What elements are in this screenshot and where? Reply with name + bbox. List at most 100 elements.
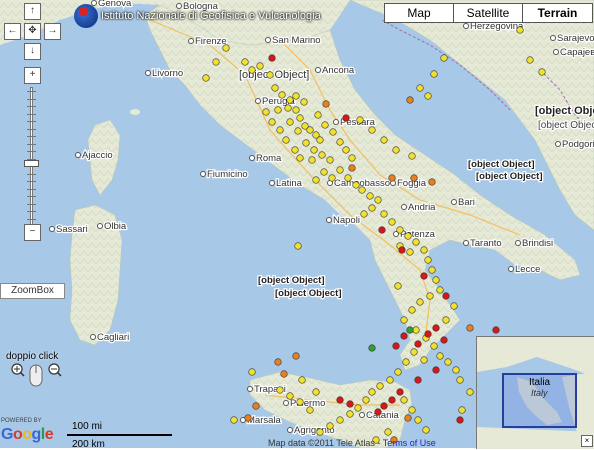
- earthquake-marker-red[interactable]: [346, 400, 354, 408]
- earthquake-marker-orange[interactable]: [274, 358, 282, 366]
- earthquake-marker-yellow[interactable]: [296, 154, 304, 162]
- earthquake-marker-yellow[interactable]: [310, 146, 318, 154]
- overview-close-button[interactable]: ×: [581, 435, 593, 447]
- earthquake-marker-orange[interactable]: [244, 414, 252, 422]
- earthquake-marker-yellow[interactable]: [416, 84, 424, 92]
- earthquake-marker-yellow[interactable]: [286, 392, 294, 400]
- earthquake-marker-red[interactable]: [432, 324, 440, 332]
- earthquake-marker-yellow[interactable]: [408, 152, 416, 160]
- earthquake-marker-red[interactable]: [414, 376, 422, 384]
- google-logo[interactable]: Google: [1, 426, 54, 444]
- earthquake-marker-red[interactable]: [440, 336, 448, 344]
- earthquake-marker-yellow[interactable]: [408, 406, 416, 414]
- earthquake-marker-yellow[interactable]: [222, 44, 230, 52]
- earthquake-marker-yellow[interactable]: [336, 416, 344, 424]
- earthquake-marker-yellow[interactable]: [368, 388, 376, 396]
- earthquake-marker-red[interactable]: [424, 330, 432, 338]
- earthquake-marker-yellow[interactable]: [306, 406, 314, 414]
- zoom-in-magnifier-icon[interactable]: [11, 363, 25, 377]
- earthquake-marker-yellow[interactable]: [348, 154, 356, 162]
- map-type-map-button[interactable]: Map: [384, 3, 454, 23]
- earthquake-marker-yellow[interactable]: [291, 146, 299, 154]
- earthquake-marker-yellow[interactable]: [346, 410, 354, 418]
- earthquake-marker-yellow[interactable]: [271, 84, 279, 92]
- earthquake-marker-yellow[interactable]: [388, 218, 396, 226]
- earthquake-marker-yellow[interactable]: [458, 406, 466, 414]
- earthquake-marker-red[interactable]: [432, 366, 440, 374]
- earthquake-marker-yellow[interactable]: [386, 376, 394, 384]
- earthquake-marker-yellow[interactable]: [276, 126, 284, 134]
- earthquake-marker-yellow[interactable]: [296, 398, 304, 406]
- earthquake-marker-yellow[interactable]: [276, 386, 284, 394]
- earthquake-marker-yellow[interactable]: [296, 114, 304, 122]
- earthquake-marker-yellow[interactable]: [426, 292, 434, 300]
- earthquake-marker-orange[interactable]: [292, 352, 300, 360]
- earthquake-marker-yellow[interactable]: [436, 286, 444, 294]
- earthquake-marker-yellow[interactable]: [452, 366, 460, 374]
- earthquake-marker-yellow[interactable]: [416, 298, 424, 306]
- earthquake-marker-yellow[interactable]: [436, 352, 444, 360]
- earthquake-marker-yellow[interactable]: [392, 146, 400, 154]
- earthquake-marker-red[interactable]: [336, 396, 344, 404]
- earthquake-marker-yellow[interactable]: [408, 306, 416, 314]
- earthquake-marker-yellow[interactable]: [256, 62, 264, 70]
- earthquake-marker-yellow[interactable]: [466, 388, 474, 396]
- pan-down-button[interactable]: ↓: [24, 43, 41, 60]
- earthquake-marker-orange[interactable]: [388, 174, 396, 182]
- earthquake-marker-yellow[interactable]: [376, 382, 384, 390]
- earthquake-marker-yellow[interactable]: [344, 174, 352, 182]
- earthquake-marker-red[interactable]: [492, 326, 500, 334]
- earthquake-marker-yellow[interactable]: [352, 181, 360, 189]
- earthquake-marker-yellow[interactable]: [430, 70, 438, 78]
- earthquake-marker-yellow[interactable]: [318, 151, 326, 159]
- earthquake-marker-red[interactable]: [380, 402, 388, 410]
- earthquake-marker-yellow[interactable]: [316, 136, 324, 144]
- earthquake-marker-yellow[interactable]: [298, 376, 306, 384]
- earthquake-marker-red[interactable]: [420, 272, 428, 280]
- pan-center-button[interactable]: ✥: [24, 23, 41, 40]
- earthquake-marker-yellow[interactable]: [282, 136, 290, 144]
- earthquake-marker-yellow[interactable]: [248, 368, 256, 376]
- pan-left-button[interactable]: ←: [4, 23, 21, 40]
- earthquake-marker-yellow[interactable]: [456, 376, 464, 384]
- earthquake-marker-yellow[interactable]: [400, 396, 408, 404]
- earthquake-marker-yellow[interactable]: [342, 146, 350, 154]
- earthquake-marker-red[interactable]: [400, 332, 408, 340]
- earthquake-marker-yellow[interactable]: [430, 342, 438, 350]
- earthquake-marker-red[interactable]: [374, 408, 382, 416]
- earthquake-marker-yellow[interactable]: [306, 126, 314, 134]
- earthquake-marker-yellow[interactable]: [442, 316, 450, 324]
- earthquake-marker-yellow[interactable]: [406, 248, 414, 256]
- earthquake-marker-yellow[interactable]: [326, 422, 334, 430]
- earthquake-marker-orange[interactable]: [322, 100, 330, 108]
- earthquake-marker-yellow[interactable]: [202, 74, 210, 82]
- map-type-terrain-button[interactable]: Terrain: [522, 3, 593, 23]
- zoom-slider-thumb[interactable]: [24, 160, 39, 167]
- earthquake-marker-yellow[interactable]: [420, 356, 428, 364]
- earthquake-marker-orange[interactable]: [410, 174, 418, 182]
- earthquake-marker-yellow[interactable]: [336, 138, 344, 146]
- earthquake-marker-yellow[interactable]: [368, 204, 376, 212]
- overview-map[interactable]: Italia Italy ×: [476, 336, 594, 449]
- earthquake-marker-yellow[interactable]: [428, 266, 436, 274]
- earthquake-marker-yellow[interactable]: [412, 326, 420, 334]
- earthquake-marker-yellow[interactable]: [394, 368, 402, 376]
- earthquake-marker-red[interactable]: [442, 292, 450, 300]
- zoombox-button[interactable]: ZoomBox: [0, 283, 65, 299]
- earthquake-marker-yellow[interactable]: [412, 238, 420, 246]
- earthquake-marker-orange[interactable]: [406, 96, 414, 104]
- earthquake-marker-orange[interactable]: [466, 324, 474, 332]
- map-type-satellite-button[interactable]: Satellite: [453, 3, 523, 23]
- earthquake-marker-yellow[interactable]: [366, 192, 374, 200]
- earthquake-marker-yellow[interactable]: [410, 348, 418, 356]
- earthquake-marker-orange[interactable]: [348, 164, 356, 172]
- earthquake-marker-yellow[interactable]: [302, 139, 310, 147]
- earthquake-marker-yellow[interactable]: [248, 66, 256, 74]
- earthquake-marker-red[interactable]: [392, 342, 400, 350]
- earthquake-marker-orange[interactable]: [280, 370, 288, 378]
- earthquake-marker-red[interactable]: [342, 114, 350, 122]
- earthquake-marker-yellow[interactable]: [400, 316, 408, 324]
- zoom-out-magnifier-icon[interactable]: [48, 363, 62, 377]
- earthquake-marker-yellow[interactable]: [404, 232, 412, 240]
- earthquake-marker-yellow[interactable]: [321, 121, 329, 129]
